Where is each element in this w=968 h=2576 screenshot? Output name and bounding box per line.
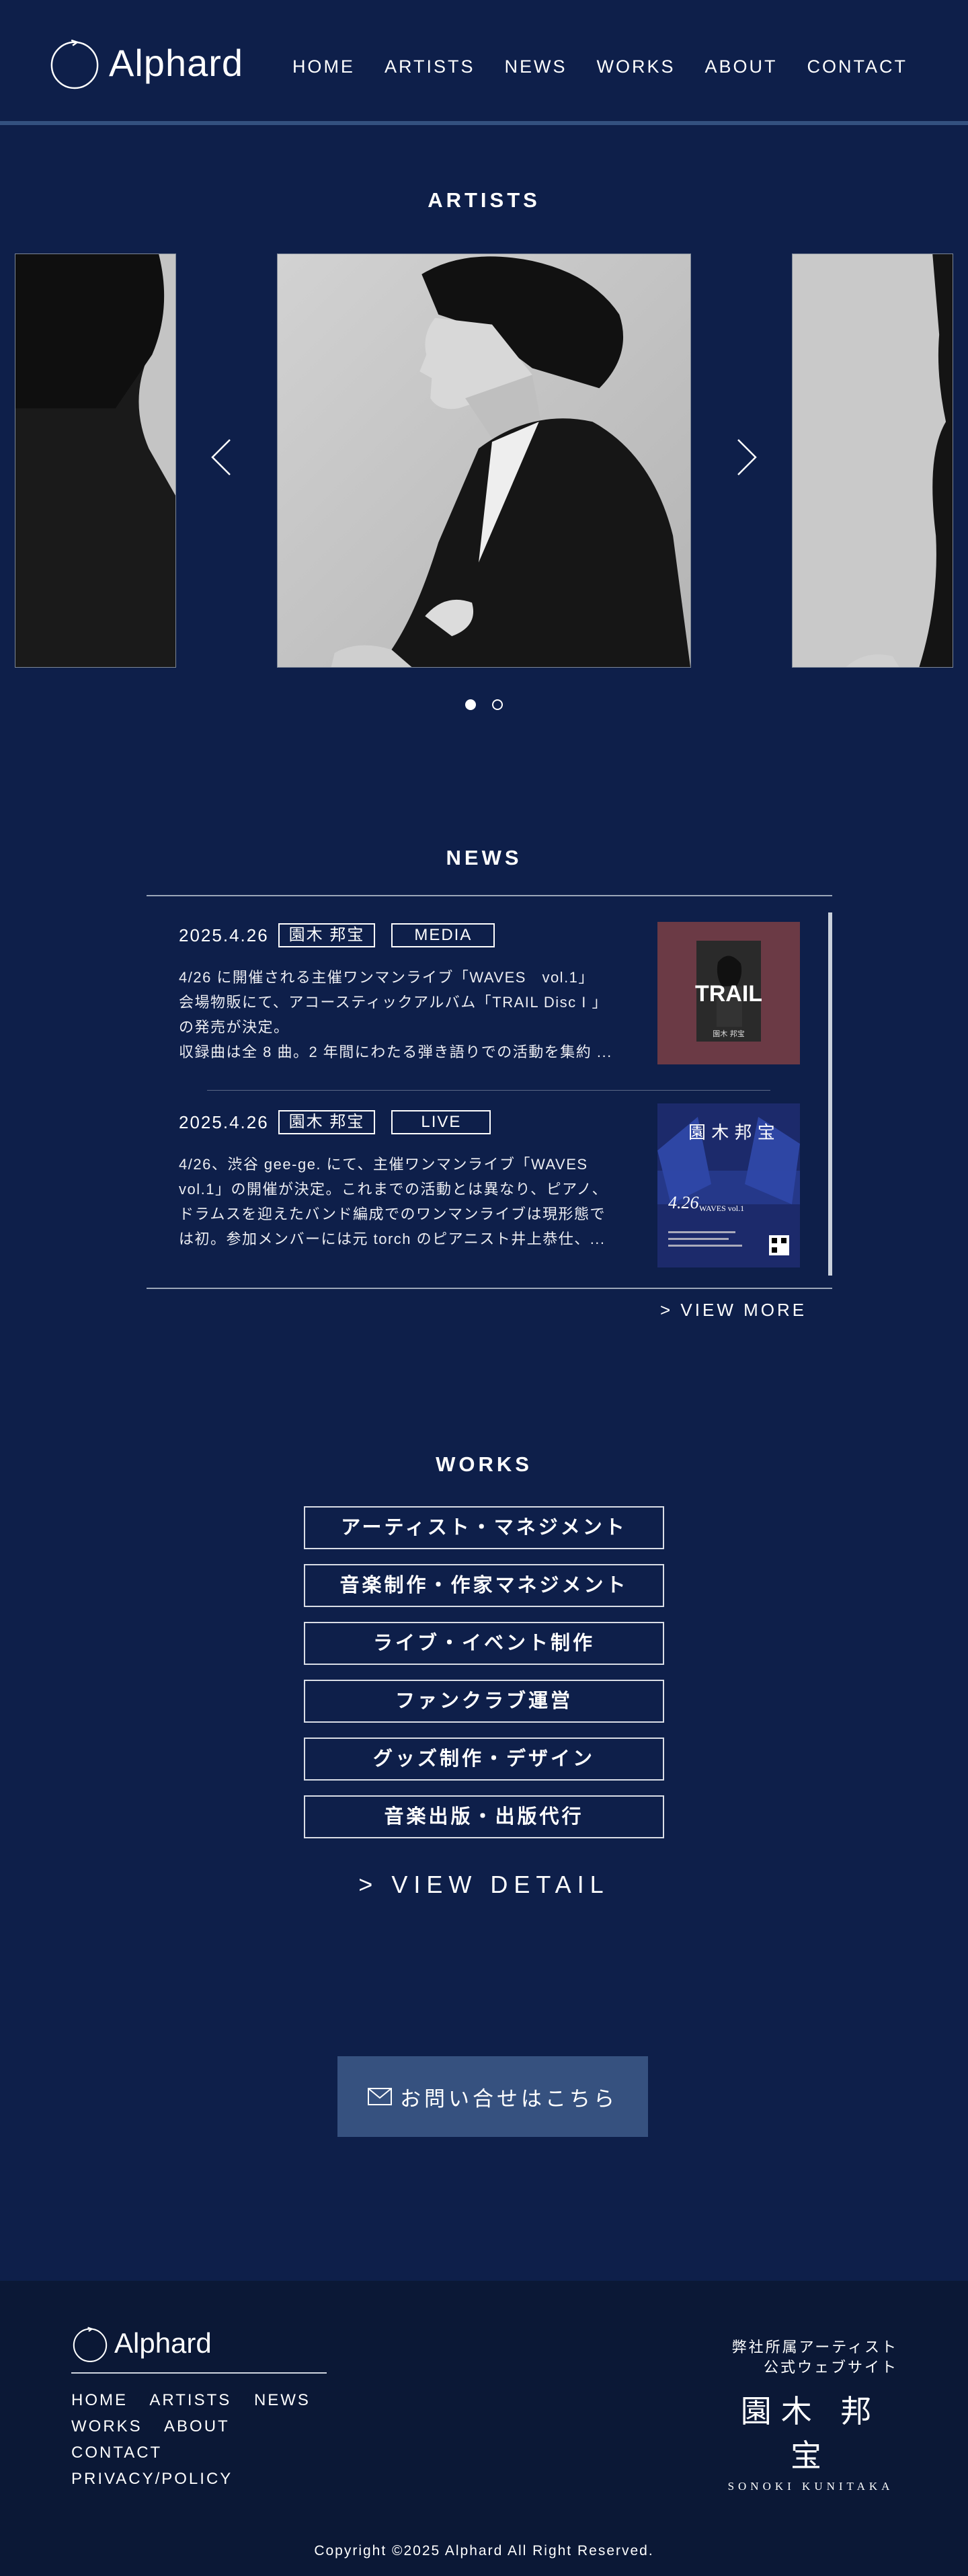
news-body-line: 4/26、渋谷 gee-ge. にて、主催ワンマンライブ「WAVES bbox=[179, 1156, 588, 1173]
artist-slide-prev[interactable] bbox=[15, 253, 176, 668]
work-artist-management-button[interactable]: アーティスト・マネジメント bbox=[304, 1506, 664, 1549]
work-fanclub-button[interactable]: ファンクラブ運営 bbox=[304, 1680, 664, 1723]
work-music-production-button[interactable]: 音楽制作・作家マネジメント bbox=[304, 1564, 664, 1607]
trail-cover-image: TRAIL 園木 邦宝 bbox=[657, 922, 800, 1064]
news-thumbnail-waves[interactable]: 園 木 邦 宝 4.26 WAVES vol.1 bbox=[657, 1103, 800, 1267]
work-live-event-button[interactable]: ライブ・イベント制作 bbox=[304, 1622, 664, 1665]
news-artist-tag: 園木 邦宝 bbox=[278, 1110, 376, 1134]
logo-text: Alphard bbox=[109, 41, 244, 84]
footer-site-label-line2: 公式ウェブサイト bbox=[763, 2359, 898, 2376]
footer-nav-works[interactable]: WORKS bbox=[71, 2417, 143, 2435]
mail-icon bbox=[368, 2088, 392, 2105]
artist-slide-current[interactable] bbox=[277, 253, 691, 668]
news-divider bbox=[207, 1090, 770, 1091]
carousel-prev-arrow-icon[interactable] bbox=[210, 437, 233, 477]
footer-nav-artists[interactable]: ARTISTS bbox=[149, 2391, 231, 2409]
work-publishing-button[interactable]: 音楽出版・出版代行 bbox=[304, 1795, 664, 1838]
artists-title: ARTISTS bbox=[428, 188, 540, 212]
waves-flyer-image: 園 木 邦 宝 4.26 WAVES vol.1 bbox=[657, 1103, 800, 1267]
news-date: 2025.4.26 bbox=[179, 925, 269, 945]
footer-nav: HOME ARTISTS NEWS WORKS ABOUT CONTACT PR… bbox=[71, 2387, 354, 2492]
news-body-line: vol.1」の開催が決定。これまでの活動とは異なり、ピアノ、 bbox=[179, 1181, 608, 1198]
carousel-dots bbox=[0, 699, 968, 710]
news-category-tag: MEDIA bbox=[391, 923, 495, 947]
contact-button[interactable]: お問い合せはこちら bbox=[337, 2056, 648, 2137]
artist-site-link[interactable]: 園木 邦宝 SONOKI KUNITAKA bbox=[723, 2387, 898, 2493]
footer-nav-about[interactable]: ABOUT bbox=[164, 2417, 230, 2435]
footer-nav-home[interactable]: HOME bbox=[71, 2391, 128, 2409]
logo-circle-icon bbox=[50, 39, 99, 89]
carousel-dot-2[interactable] bbox=[492, 699, 503, 710]
footer-logo[interactable]: Alphard bbox=[71, 2324, 212, 2363]
footer-site-label: 弊社所属アーティスト 公式ウェブサイト bbox=[732, 2337, 898, 2378]
nav-contact[interactable]: CONTACT bbox=[807, 56, 908, 77]
news-body-line: 4/26 に開催される主催ワンマンライブ「WAVES vol.1」 bbox=[179, 969, 594, 986]
news-view-more-link[interactable]: > VIEW MORE bbox=[660, 1300, 807, 1321]
news-body: 4/26、渋谷 gee-ge. にて、主催ワンマンライブ「WAVES vol.1… bbox=[179, 1152, 636, 1251]
nav-home[interactable]: HOME bbox=[292, 56, 355, 77]
copyright: Copyright ©2025 Alphard All Right Reserv… bbox=[314, 2543, 654, 2559]
footer-site-label-line1: 弊社所属アーティスト bbox=[731, 2339, 898, 2355]
news-body: 4/26 に開催される主催ワンマンライブ「WAVES vol.1」 会場物販にて… bbox=[179, 965, 636, 1064]
news-item[interactable]: 2025.4.26 園木 邦宝 MEDIA 4/26 に開催される主催ワンマンラ… bbox=[179, 922, 817, 1064]
artist-name-en: SONOKI KUNITAKA bbox=[727, 2480, 894, 2493]
site-footer: Alphard HOME ARTISTS NEWS WORKS ABOUT CO… bbox=[0, 2281, 968, 2576]
footer-divider bbox=[71, 2372, 327, 2374]
site-header: Alphard HOME ARTISTS NEWS WORKS ABOUT CO… bbox=[0, 0, 968, 125]
works-list: アーティスト・マネジメント 音楽制作・作家マネジメント ライブ・イベント制作 フ… bbox=[304, 1506, 664, 1853]
artist-photo-prev bbox=[15, 254, 175, 667]
carousel-next-arrow-icon[interactable] bbox=[735, 437, 758, 477]
waves-flyer-artist: 園 木 邦 宝 bbox=[688, 1123, 775, 1143]
news-list: 2025.4.26 園木 邦宝 MEDIA 4/26 に開催される主催ワンマンラ… bbox=[147, 895, 832, 1289]
news-artist-tag: 園木 邦宝 bbox=[278, 923, 376, 947]
artist-name-jp: 園木 邦宝 bbox=[740, 2393, 881, 2474]
footer-nav-contact[interactable]: CONTACT bbox=[71, 2444, 162, 2462]
nav-works[interactable]: WORKS bbox=[596, 56, 675, 77]
waves-flyer-event: WAVES vol.1 bbox=[699, 1204, 744, 1213]
artist-photo-next bbox=[793, 254, 953, 667]
news-category-tag: LIVE bbox=[391, 1110, 491, 1134]
works-title: WORKS bbox=[436, 1452, 532, 1476]
logo[interactable]: Alphard bbox=[48, 35, 243, 90]
trail-cover-artist: 園木 邦宝 bbox=[713, 1029, 745, 1038]
footer-nav-privacy[interactable]: PRIVACY/POLICY bbox=[71, 2470, 233, 2488]
footer-logo-circle-icon bbox=[73, 2327, 108, 2362]
footer-nav-news[interactable]: NEWS bbox=[254, 2391, 311, 2409]
news-title: NEWS bbox=[446, 846, 522, 869]
contact-button-label: お問い合せはこちら bbox=[400, 2086, 618, 2111]
work-goods-design-button[interactable]: グッズ制作・デザイン bbox=[304, 1738, 664, 1781]
page: Alphard HOME ARTISTS NEWS WORKS ABOUT CO… bbox=[0, 0, 968, 2576]
trail-cover-title: TRAIL bbox=[695, 981, 762, 1007]
news-scrollbar[interactable] bbox=[828, 912, 832, 1276]
news-date: 2025.4.26 bbox=[179, 1111, 269, 1132]
news-body-line: ドラムスを迎えたバンド編成でのワンマンライブは現形態で bbox=[179, 1206, 606, 1222]
nav-about[interactable]: ABOUT bbox=[704, 56, 777, 77]
artist-photo-current bbox=[278, 254, 690, 667]
main-nav: HOME ARTISTS NEWS WORKS ABOUT CONTACT bbox=[263, 56, 908, 77]
news-thumbnail-trail[interactable]: TRAIL 園木 邦宝 bbox=[657, 922, 800, 1064]
footer-logo-text: Alphard bbox=[114, 2327, 212, 2359]
nav-news[interactable]: NEWS bbox=[504, 56, 567, 77]
works-view-detail-link[interactable]: > VIEW DETAIL bbox=[0, 1871, 968, 1899]
news-body-line: 会場物販にて、アコースティックアルバム「TRAIL Disc I 」 bbox=[179, 994, 608, 1011]
news-body-line: 収録曲は全 8 曲。2 年間にわたる弾き語りでの活動を集約 ... bbox=[179, 1044, 612, 1060]
news-body-line: の発売が決定。 bbox=[179, 1019, 290, 1036]
waves-flyer-date: 4.26 bbox=[668, 1193, 699, 1212]
carousel-dot-1[interactable] bbox=[465, 699, 476, 710]
artist-slide-next[interactable] bbox=[792, 253, 953, 668]
news-item[interactable]: 2025.4.26 園木 邦宝 LIVE 4/26、渋谷 gee-ge. にて、… bbox=[179, 1103, 817, 1267]
nav-artists[interactable]: ARTISTS bbox=[385, 56, 475, 77]
news-body-line: は初。参加メンバーには元 torch のピアニスト井上恭仕、... bbox=[179, 1231, 606, 1247]
